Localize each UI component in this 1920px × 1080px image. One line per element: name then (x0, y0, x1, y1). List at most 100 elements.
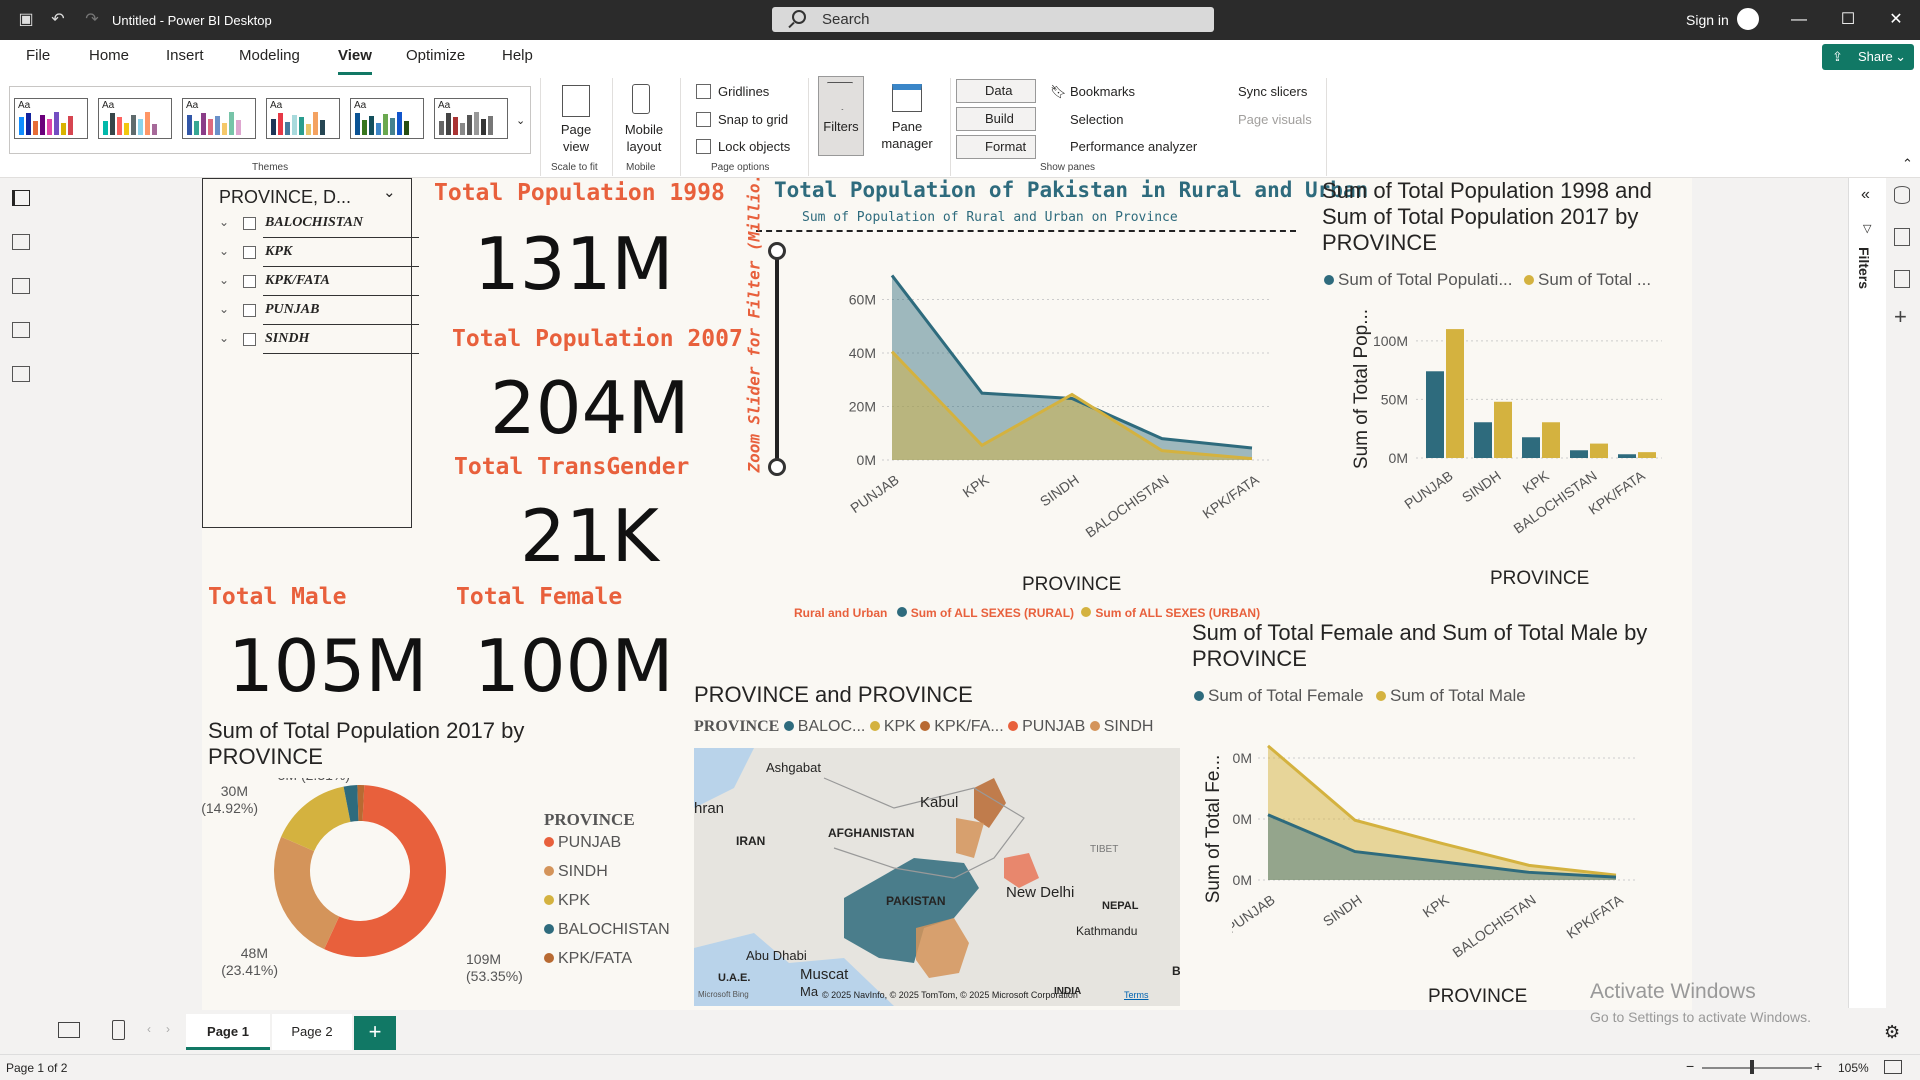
gender-chart[interactable]: 0M 50M 100M PUNJAB SINDH KPKBALOCHISTAN KPK/FA… (1232, 730, 1692, 980)
slider-handle-top[interactable] (768, 242, 786, 260)
expand-pane-icon[interactable]: « (1861, 186, 1870, 204)
donut-legend-item[interactable]: BALOCHISTAN (544, 921, 670, 950)
legend-item-kpk-fata[interactable]: KPK/FA... (934, 718, 1003, 735)
themes-expand-icon[interactable]: ⌄ (516, 114, 525, 127)
snap-to-grid-checkbox[interactable] (696, 112, 711, 127)
search-box[interactable]: Search (772, 7, 1214, 32)
slider-handle-bottom[interactable] (768, 458, 786, 476)
theme-6[interactable]: Aa (434, 98, 508, 139)
zoom-slider-track[interactable] (1702, 1067, 1812, 1069)
mobile-layout-button[interactable]: Mobile layout (620, 121, 668, 155)
close-icon[interactable]: ✕ (1884, 8, 1908, 32)
sync-slicers-button[interactable]: Sync slicers (1238, 84, 1307, 99)
format-pane-button[interactable]: Format (956, 135, 1036, 159)
page-tab-2[interactable]: Page 2 (272, 1014, 352, 1050)
theme-5[interactable]: Aa (350, 98, 424, 139)
zoom-in-icon[interactable]: + (1814, 1058, 1822, 1074)
sign-in-link[interactable]: Sign in (1686, 12, 1729, 28)
share-button[interactable]: Share ⇪ ⌄ (1822, 44, 1914, 70)
donut-legend-item[interactable]: SINDH (544, 863, 670, 892)
theme-1[interactable]: Aa (14, 98, 88, 139)
kpk-fata-region[interactable] (974, 778, 1006, 828)
chevron-down-icon[interactable]: ⌄ (219, 331, 229, 345)
gridlines-checkbox[interactable] (696, 84, 711, 99)
area-chart[interactable]: 0M 20M 40M 60M PUNJAB KPK SINDH BALOCHISTAN KPK/… (792, 238, 1312, 538)
legend-item-rural[interactable]: Sum of ALL SEXES (RURAL) (911, 606, 1074, 620)
bar-chart[interactable]: 0M50M100MPUNJAB SINDH KPKBALOCHISTANKPK/FA… (1362, 308, 1682, 558)
filters-pane-collapsed[interactable]: « ▽ Filters (1848, 178, 1886, 1008)
dax-query-view-icon[interactable] (12, 322, 30, 338)
bookmarks-button[interactable]: Bookmarks (1070, 84, 1135, 99)
tmdl-view-icon[interactable] (12, 366, 30, 382)
checkbox[interactable] (243, 275, 256, 288)
pane-manager-button[interactable]: Pane manager (872, 118, 942, 152)
theme-2[interactable]: Aa (98, 98, 172, 139)
theme-4[interactable]: Aa (266, 98, 340, 139)
legend-item-pop1998[interactable]: Sum of Total Populati... (1324, 270, 1513, 290)
zoom-out-icon[interactable]: − (1686, 1058, 1694, 1074)
minimize-icon[interactable]: — (1787, 8, 1811, 32)
legend-item-balochistan[interactable]: BALOC... (798, 718, 866, 735)
model-view-icon[interactable] (12, 278, 30, 294)
build-pane-icon[interactable] (1894, 228, 1910, 246)
menu-file[interactable]: File (26, 47, 50, 64)
chevron-down-icon[interactable]: ⌄ (219, 215, 229, 229)
lock-objects-checkbox[interactable] (696, 139, 711, 154)
next-page-icon[interactable]: › (166, 1022, 170, 1036)
collapse-ribbon-icon[interactable]: ⌃ (1902, 156, 1913, 172)
checkbox[interactable] (243, 304, 256, 317)
table-view-icon[interactable] (12, 234, 30, 250)
checkbox[interactable] (243, 217, 256, 230)
slicer-item-balochistan[interactable]: ⌄ BALOCHISTAN (213, 213, 425, 238)
sindh-region[interactable] (916, 918, 969, 978)
legend-item-female[interactable]: Sum of Total Female (1194, 686, 1364, 706)
donut-legend-item[interactable]: KPK (544, 892, 670, 921)
legend-item-male[interactable]: Sum of Total Male (1376, 686, 1526, 706)
redo-icon[interactable]: ↷ (82, 10, 102, 30)
legend-item-urban[interactable]: Sum of ALL SEXES (URBAN) (1095, 606, 1260, 620)
format-pane-icon[interactable] (1894, 270, 1910, 288)
slicer-item-punjab[interactable]: ⌄ PUNJAB (213, 300, 425, 325)
zoom-slider-thumb[interactable] (1750, 1060, 1754, 1074)
legend-item-sindh[interactable]: SINDH (1104, 718, 1154, 735)
settings-gear-icon[interactable]: ⚙ (1884, 1022, 1900, 1043)
slicer-item-sindh[interactable]: ⌄ SINDH (213, 329, 425, 354)
menu-insert[interactable]: Insert (166, 47, 204, 64)
chevron-down-icon[interactable]: ⌄ (383, 183, 396, 201)
undo-icon[interactable]: ↶ (48, 10, 68, 30)
menu-optimize[interactable]: Optimize (406, 47, 465, 64)
add-pane-icon[interactable]: + (1894, 304, 1907, 330)
province-slicer[interactable]: PROVINCE, D... ⌄ ⌄ BALOCHISTAN ⌄ KPK ⌄ KPK/… (202, 178, 419, 528)
data-pane-button[interactable]: Data (956, 79, 1036, 103)
donut-legend-item[interactable]: PUNJAB (544, 834, 670, 863)
punjab-region[interactable] (1004, 853, 1039, 888)
slicer-item-kpk[interactable]: ⌄ KPK (213, 242, 425, 267)
build-pane-button[interactable]: Build (956, 107, 1036, 131)
report-view-icon[interactable] (12, 190, 30, 206)
save-icon[interactable]: ▣ (16, 10, 36, 30)
menu-help[interactable]: Help (502, 47, 533, 64)
kpk-region[interactable] (956, 818, 984, 858)
checkbox[interactable] (243, 246, 256, 259)
chevron-down-icon[interactable]: ⌄ (219, 273, 229, 287)
selection-button[interactable]: Selection (1070, 112, 1123, 127)
legend-item-pop2017[interactable]: Sum of Total ... (1524, 270, 1651, 290)
menu-view[interactable]: View (338, 47, 372, 75)
theme-3[interactable]: Aa (182, 98, 256, 139)
donut-chart[interactable]: 109M(53.35%) 48M(23.41%) 30M(14.92%) 5M (2.… (202, 778, 532, 1008)
avatar-icon[interactable] (1737, 8, 1759, 30)
page-view-button[interactable]: Page view (552, 121, 600, 155)
slicer-item-kpk-fata[interactable]: ⌄ KPK/FATA (213, 271, 425, 296)
maximize-icon[interactable]: ☐ (1836, 8, 1860, 32)
performance-analyzer-button[interactable]: Performance analyzer (1070, 139, 1197, 154)
zoom-slider[interactable] (766, 242, 788, 476)
prev-page-icon[interactable]: ‹ (147, 1022, 151, 1036)
page-tab-1[interactable]: Page 1 (186, 1014, 270, 1050)
fit-to-page-icon[interactable] (1884, 1060, 1902, 1074)
desktop-layout-icon[interactable] (58, 1022, 80, 1038)
map-view[interactable]: Ashgabat hran IRAN AFGHANISTAN Kabul TIB… (694, 748, 1180, 1006)
add-page-button[interactable]: + (354, 1016, 396, 1050)
map-terms-link[interactable]: Terms (1124, 990, 1149, 1000)
donut-legend-item[interactable]: KPK/FATA (544, 950, 670, 979)
data-pane-icon[interactable] (1894, 186, 1910, 204)
